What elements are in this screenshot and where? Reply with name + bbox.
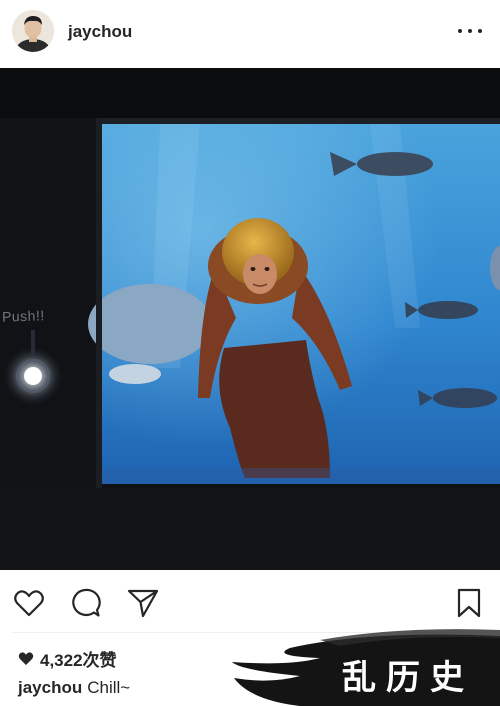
bookmark-icon[interactable] xyxy=(452,586,486,620)
likes-count[interactable]: 4,322次赞 xyxy=(18,646,117,671)
username[interactable]: jaychou xyxy=(68,22,132,42)
post-header: jaychou xyxy=(0,0,500,68)
post-photo: Push!! xyxy=(0,68,500,570)
action-bar xyxy=(0,578,500,626)
screen xyxy=(88,124,500,484)
caption-text: Chill~ xyxy=(87,678,131,697)
comment-bubble-icon[interactable] xyxy=(68,586,102,620)
caption-username[interactable]: jaychou xyxy=(18,678,82,697)
watermark-text: 乱历史 xyxy=(342,658,474,698)
heart-outline-icon[interactable] xyxy=(12,586,46,620)
likes-text: 4,322次赞 xyxy=(40,651,117,670)
push-label: Push!! xyxy=(1,307,45,325)
more-options-icon[interactable] xyxy=(458,22,482,40)
avatar[interactable] xyxy=(12,10,54,52)
caption: jaychou Chill~ xyxy=(18,678,130,698)
aquarium-photo xyxy=(0,68,500,570)
heart-filled-icon xyxy=(18,652,34,665)
paper-plane-icon[interactable] xyxy=(126,586,160,620)
